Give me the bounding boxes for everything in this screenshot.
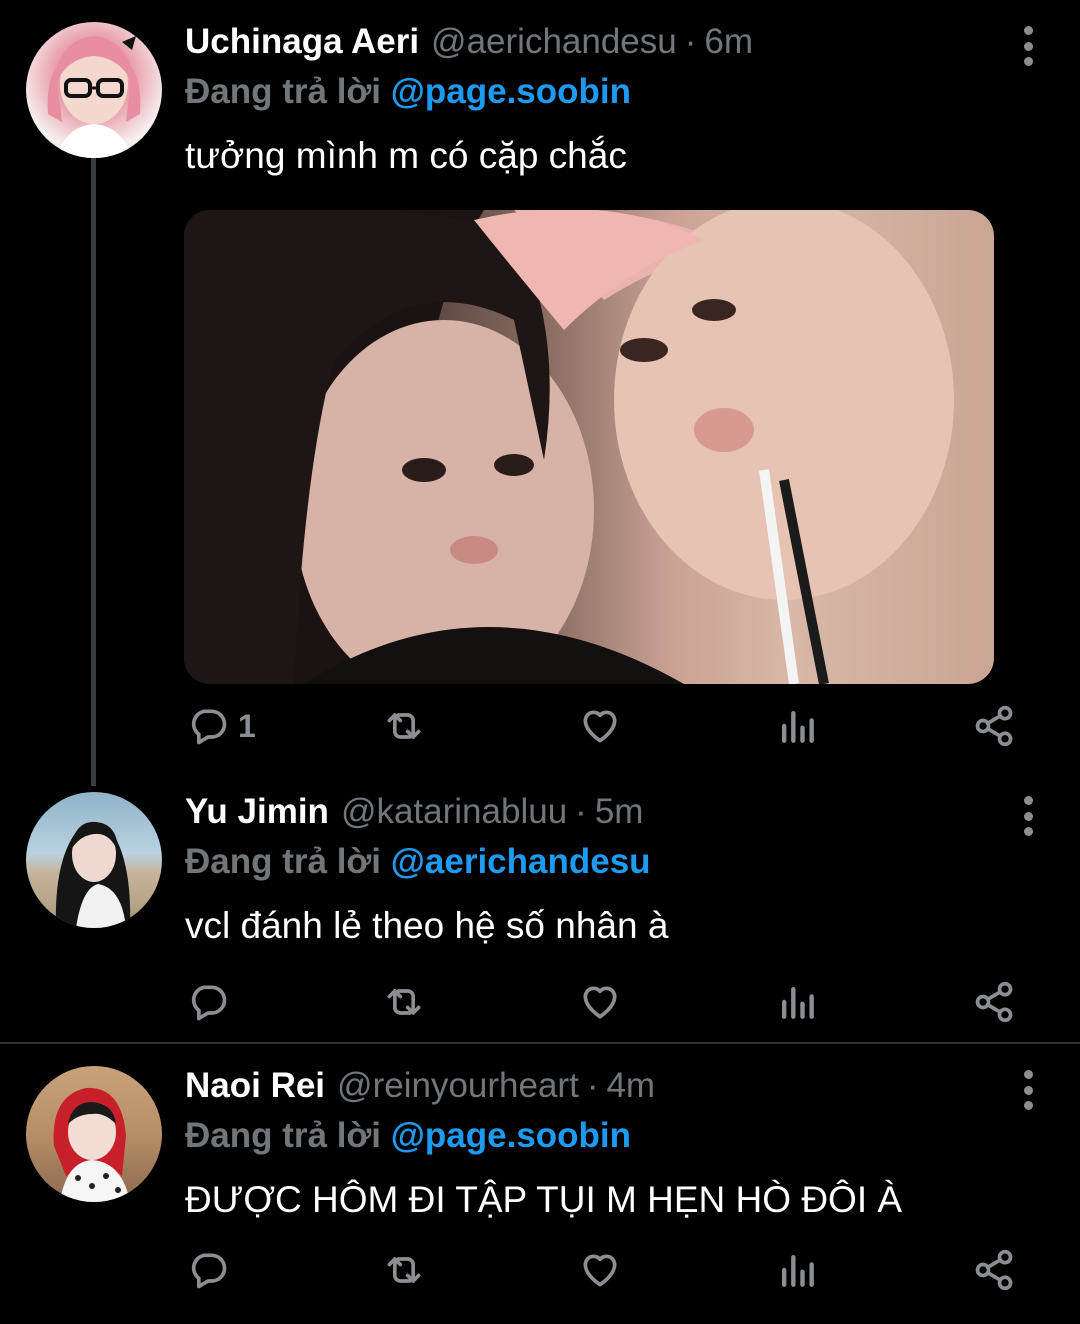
like-button[interactable] xyxy=(578,1242,622,1298)
replying-to: Đang trả lời @page.soobin xyxy=(185,72,631,112)
heart-icon xyxy=(583,710,617,743)
user-handle[interactable]: @aerichandesu xyxy=(431,22,677,62)
tweet-actions: 1 xyxy=(0,698,1080,754)
timestamp[interactable]: 6m xyxy=(704,22,753,62)
heart-icon xyxy=(583,986,617,1019)
separator: · xyxy=(684,22,697,61)
replying-to-label: Đang trả lời xyxy=(185,72,382,111)
views-button[interactable] xyxy=(775,974,819,1030)
avatar-image xyxy=(47,36,141,158)
tweet-header: Yu Jimin @katarinabluu · 5m xyxy=(185,792,643,840)
photo-image xyxy=(184,210,954,684)
display-name[interactable]: Yu Jimin xyxy=(185,792,329,832)
retweet-button[interactable] xyxy=(382,1242,426,1298)
avatar-image xyxy=(55,821,131,928)
replying-to-label: Đang trả lời xyxy=(185,842,382,881)
replying-to: Đang trả lời @page.soobin xyxy=(185,1116,631,1156)
reply-button[interactable] xyxy=(186,974,238,1030)
like-button[interactable] xyxy=(578,974,622,1030)
display-name[interactable]: Uchinaga Aeri xyxy=(185,22,419,62)
tweet-item[interactable]: Naoi Rei @reinyourheart · 4m Đang trả lờ… xyxy=(0,1044,1080,1324)
share-button[interactable] xyxy=(972,974,1016,1030)
more-vertical-icon[interactable] xyxy=(1022,796,1034,836)
analytics-icon xyxy=(781,710,814,743)
retweet-icon xyxy=(387,989,421,1015)
retweet-icon xyxy=(387,713,421,739)
replying-to: Đang trả lời @aerichandesu xyxy=(185,842,651,882)
share-icon xyxy=(975,705,1013,747)
share-button[interactable] xyxy=(972,698,1016,754)
tweet-actions xyxy=(0,974,1080,1030)
tweet-item[interactable]: Uchinaga Aeri @aerichandesu · 6m Đang tr… xyxy=(0,0,1080,786)
like-button[interactable] xyxy=(578,698,622,754)
separator: · xyxy=(586,1066,599,1105)
tweet-photo[interactable] xyxy=(184,210,994,684)
avatar[interactable] xyxy=(26,792,162,928)
display-name[interactable]: Naoi Rei xyxy=(185,1066,325,1106)
tweet-text: vcl đánh lẻ theo hệ số nhân à xyxy=(185,905,669,946)
views-button[interactable] xyxy=(775,698,819,754)
reply-icon xyxy=(191,1253,227,1289)
tweet-text: tưởng mình m có cặp chắc xyxy=(185,135,627,176)
separator: · xyxy=(575,792,587,831)
heart-icon xyxy=(583,1254,617,1287)
share-button[interactable] xyxy=(972,1242,1016,1298)
reply-icon xyxy=(191,709,227,745)
tweet-header: Naoi Rei @reinyourheart · 4m xyxy=(185,1066,655,1114)
thread-line xyxy=(91,158,96,786)
retweet-button[interactable] xyxy=(382,698,426,754)
reply-icon xyxy=(191,985,227,1021)
retweet-button[interactable] xyxy=(382,974,426,1030)
replying-to-label: Đang trả lời xyxy=(185,1116,382,1155)
share-icon xyxy=(975,1249,1013,1291)
user-handle[interactable]: @katarinabluu xyxy=(341,792,567,832)
reply-count: 1 xyxy=(238,707,256,744)
views-button[interactable] xyxy=(775,1242,819,1298)
tweet-item[interactable]: Yu Jimin @katarinabluu · 5m Đang trả lời… xyxy=(0,770,1080,1042)
user-handle[interactable]: @reinyourheart xyxy=(337,1066,579,1106)
tweet-actions xyxy=(0,1242,1080,1298)
tweet-header: Uchinaga Aeri @aerichandesu · 6m xyxy=(185,22,753,70)
reply-button[interactable] xyxy=(186,1242,238,1298)
timestamp[interactable]: 5m xyxy=(595,792,644,832)
tweet-text: ĐƯỢC HÔM ĐI TẬP TỤI M HẸN HÒ ĐÔI À xyxy=(185,1179,903,1220)
reply-mention-link[interactable]: @page.soobin xyxy=(391,1116,631,1155)
retweet-icon xyxy=(387,1257,421,1283)
reply-button[interactable]: 1 xyxy=(186,698,256,754)
more-vertical-icon[interactable] xyxy=(1022,26,1034,66)
more-vertical-icon[interactable] xyxy=(1022,1070,1034,1110)
avatar[interactable] xyxy=(26,22,162,158)
timestamp[interactable]: 4m xyxy=(606,1066,655,1106)
avatar-image xyxy=(53,1087,130,1202)
avatar[interactable] xyxy=(26,1066,162,1202)
share-icon xyxy=(975,981,1013,1023)
analytics-icon xyxy=(781,1254,814,1287)
reply-mention-link[interactable]: @aerichandesu xyxy=(391,842,651,881)
reply-mention-link[interactable]: @page.soobin xyxy=(391,72,631,111)
analytics-icon xyxy=(781,986,814,1019)
